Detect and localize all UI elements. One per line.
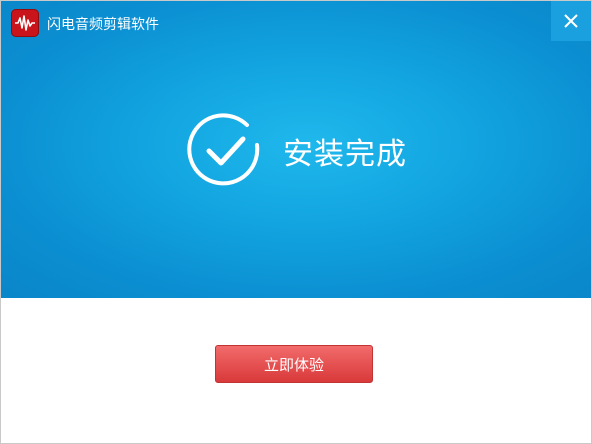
app-title: 闪电音频剪辑软件 <box>47 17 159 33</box>
title-bar: 闪电音频剪辑软件 <box>1 1 591 45</box>
footer: 立即体验 <box>1 298 591 443</box>
close-button[interactable] <box>551 1 591 41</box>
check-circle-icon <box>187 113 260 186</box>
audio-waveform-icon <box>11 9 39 37</box>
close-icon <box>564 14 578 28</box>
hero-banner: 闪电音频剪辑软件 安装完成 <box>1 1 591 298</box>
try-now-button[interactable]: 立即体验 <box>215 345 373 383</box>
installer-window: 闪电音频剪辑软件 安装完成 立即体验 <box>0 0 592 444</box>
status-text: 安装完成 <box>283 137 407 172</box>
install-status: 安装完成 <box>185 111 407 191</box>
